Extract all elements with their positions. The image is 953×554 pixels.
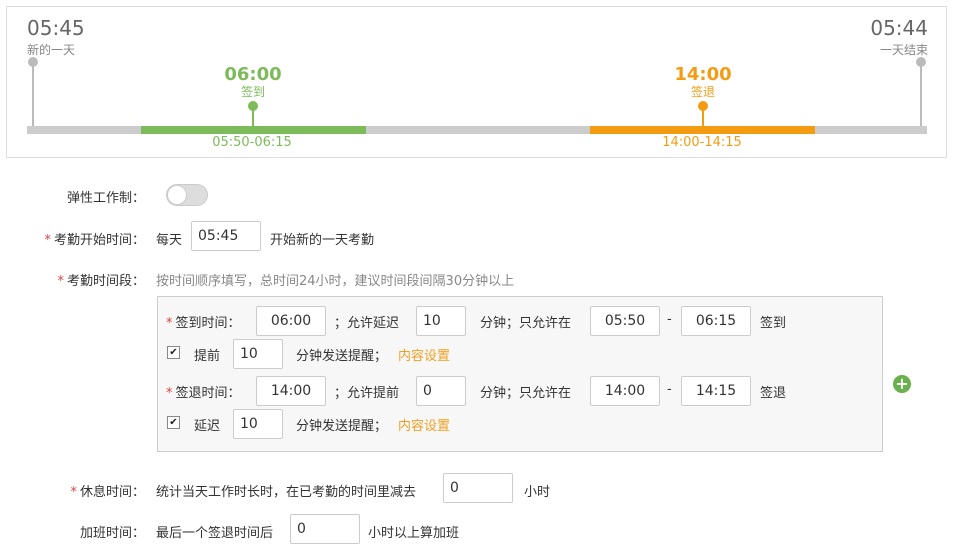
checkout-remind-prefix: 延迟 <box>194 419 221 434</box>
start-time-input[interactable] <box>191 221 261 251</box>
checkin-end-text: 签到 <box>760 316 787 331</box>
start-time-label-row: * 考勤开始时间： <box>20 229 145 248</box>
checkout-remind-checkbox[interactable]: ✔ <box>167 416 180 429</box>
checkin-label-row: * 签到时间： <box>166 312 241 331</box>
required-mark: * <box>70 485 77 500</box>
start-time-prefix: 每天 <box>156 233 183 248</box>
rest-prefix: 统计当天工作时长时，在已考勤的时间里减去 <box>156 485 417 500</box>
checkout-remind-input[interactable] <box>233 409 283 439</box>
checkout-from-input[interactable] <box>590 376 660 406</box>
periods-hint: 按时间顺序填写，总时间24小时，建议时间段间隔30分钟以上 <box>156 274 515 289</box>
checkin-content-settings-link[interactable]: 内容设置 <box>398 345 450 364</box>
checkout-to-input[interactable] <box>681 376 751 406</box>
plus-circle-icon[interactable]: + <box>893 375 911 393</box>
checkin-window-bar <box>141 126 366 134</box>
checkout-label: 签退时间： <box>175 386 241 401</box>
periods-label-row: * 考勤时间段： <box>20 270 145 289</box>
checkout-marker-time: 14:00 <box>674 64 732 85</box>
start-time-suffix: 开始新的一天考勤 <box>270 233 375 248</box>
checkin-allow-text: ；允许延迟 <box>334 316 400 331</box>
checkout-allow-input[interactable] <box>416 376 466 406</box>
checkin-marker-label: 签到 <box>240 85 265 99</box>
checkout-range-label: 14:00-14:15 <box>662 135 742 150</box>
day-end-time: 05:44 <box>870 16 928 40</box>
checkout-dash: - <box>667 382 672 397</box>
timeline-panel: 05:45 新的一天 05:44 一天结束 06:00 签到 05:50-06:… <box>6 6 947 158</box>
required-mark: * <box>166 386 173 401</box>
checkin-minutes-text: 分钟；只允许在 <box>480 316 572 331</box>
rest-label-row: * 休息时间： <box>20 481 145 500</box>
start-time-label: 考勤开始时间： <box>53 233 145 248</box>
checkout-label-row: * 签退时间： <box>166 382 241 401</box>
checkin-label: 签到时间： <box>175 316 241 331</box>
checkout-allow-text: ；允许提前 <box>334 386 400 401</box>
required-mark: * <box>57 274 64 289</box>
day-start-post <box>32 62 34 130</box>
checkout-marker-label: 签退 <box>690 85 715 99</box>
rest-hours-input[interactable] <box>443 473 513 503</box>
checkout-window-bar <box>590 126 815 134</box>
toggle-knob <box>167 185 187 205</box>
day-start-time: 05:45 <box>27 16 85 40</box>
flexible-toggle[interactable] <box>166 184 208 206</box>
overtime-suffix: 小时以上算加班 <box>368 526 460 541</box>
checkout-time-input[interactable] <box>256 376 326 406</box>
checkin-remind-prefix: 提前 <box>194 349 221 364</box>
checkin-marker-time: 06:00 <box>224 64 282 85</box>
checkin-allow-input[interactable] <box>416 306 466 336</box>
checkin-dash: - <box>667 312 672 327</box>
checkin-from-input[interactable] <box>590 306 660 336</box>
checkin-time-input[interactable] <box>256 306 326 336</box>
periods-label: 考勤时间段： <box>66 274 145 289</box>
checkout-end-text: 签退 <box>760 386 787 401</box>
checkin-to-input[interactable] <box>681 306 751 336</box>
required-mark: * <box>44 233 51 248</box>
checkout-marker-stem <box>702 106 704 126</box>
checkout-minutes-text: 分钟；只允许在 <box>480 386 572 401</box>
checkin-marker-stem <box>252 106 254 126</box>
required-mark: * <box>166 316 173 331</box>
flexible-label: 弹性工作制： <box>66 191 145 206</box>
overtime-hours-input[interactable] <box>290 514 360 544</box>
checkout-remind-text: 分钟发送提醒； <box>296 419 388 434</box>
checkout-content-settings-link[interactable]: 内容设置 <box>398 415 450 434</box>
day-start-label: 新的一天 <box>27 43 76 57</box>
rest-label: 休息时间： <box>79 485 145 500</box>
day-end-label: 一天结束 <box>879 43 928 57</box>
checkin-range-label: 05:50-06:15 <box>212 135 292 150</box>
overtime-prefix: 最后一个签退时间后 <box>156 526 274 541</box>
overtime-label: 加班时间： <box>79 526 145 541</box>
checkin-remind-input[interactable] <box>233 339 283 369</box>
checkin-remind-checkbox[interactable]: ✔ <box>167 346 180 359</box>
rest-suffix: 小时 <box>524 485 551 500</box>
checkin-remind-text: 分钟发送提醒； <box>296 349 388 364</box>
day-end-post <box>920 62 922 130</box>
